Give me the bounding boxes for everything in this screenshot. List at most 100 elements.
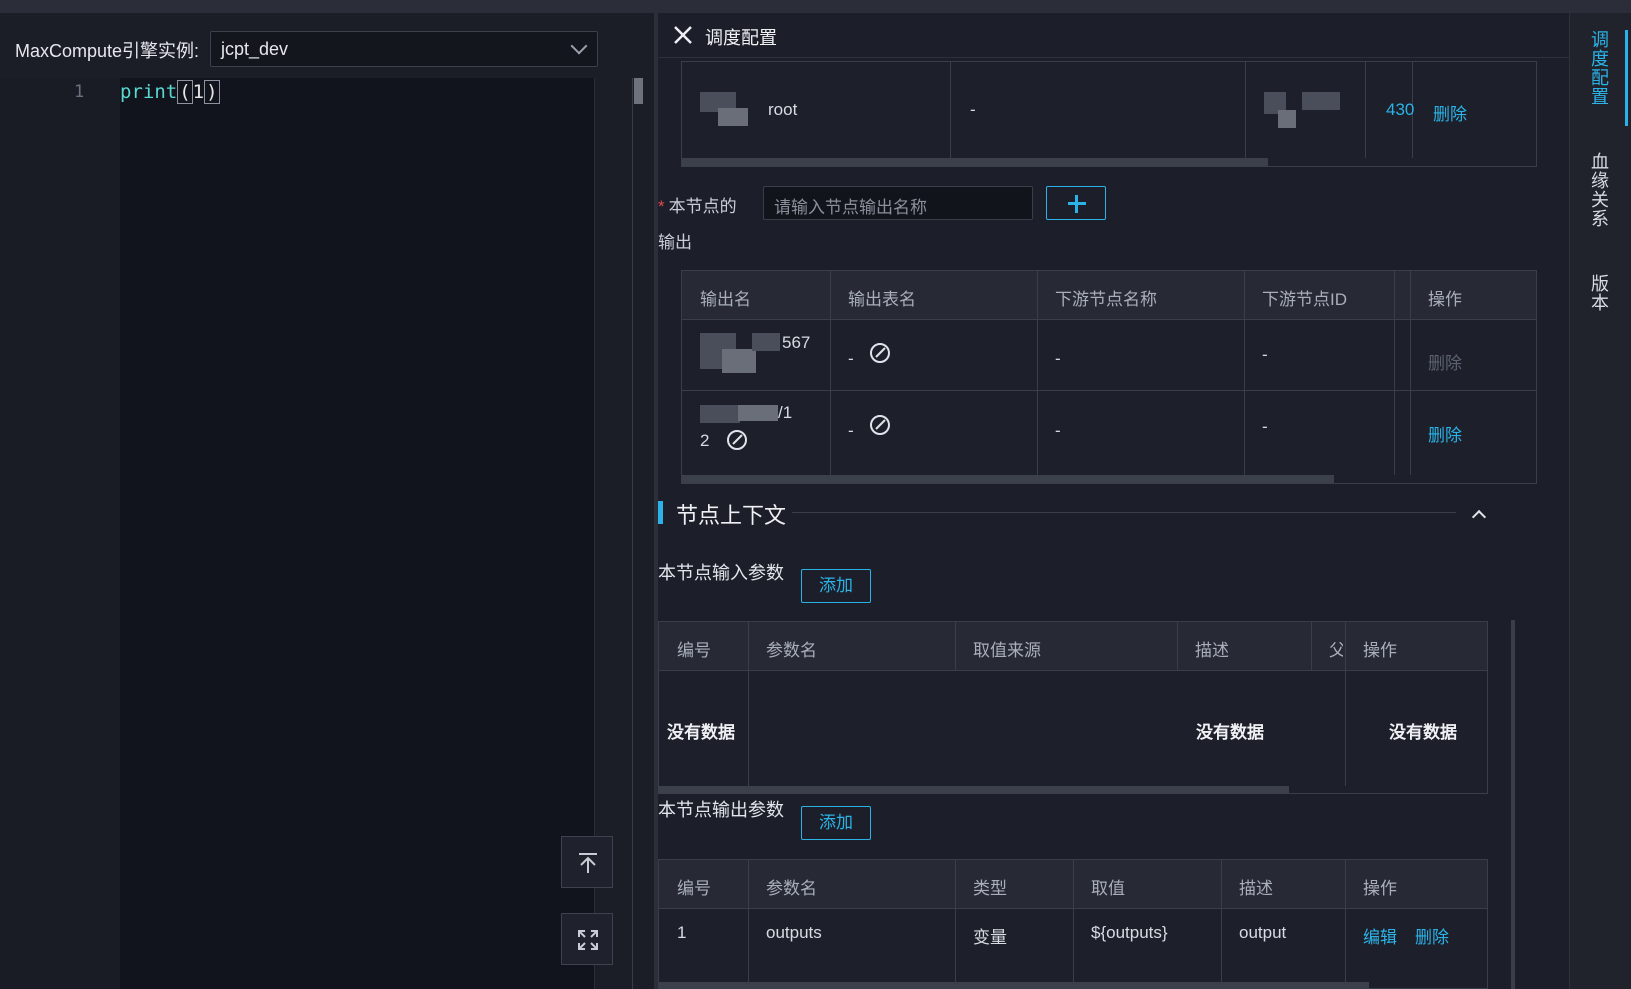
col-header-param-name: 参数名 [766, 641, 817, 660]
active-tab-indicator [1625, 30, 1628, 126]
editor-scroll-track [632, 78, 633, 989]
delete-link[interactable]: 删除 [1415, 923, 1449, 948]
upstream-cell: - [970, 100, 976, 119]
upstream-owner: root [768, 100, 798, 119]
downstream-name-cell: - [1055, 421, 1061, 440]
output-name-label-line2: 输出 [658, 233, 692, 252]
code-close-paren: ) [204, 80, 220, 104]
output-name-cell: /1 [778, 403, 793, 422]
col-header-value: 取值 [1091, 879, 1125, 898]
downstream-id-cell: - [1262, 417, 1268, 436]
col-header-action: 操作 [1363, 641, 1397, 660]
code-area[interactable]: 1 print(1) [0, 78, 594, 989]
upstream-delete-link[interactable]: 删除 [1433, 100, 1467, 125]
redacted-block [738, 405, 778, 421]
section-divider [792, 512, 1456, 513]
chevron-down-icon [570, 37, 588, 55]
edit-icon[interactable] [868, 341, 892, 365]
col-header-index: 编号 [677, 641, 711, 660]
redacted-block [752, 333, 780, 351]
code-argument: 1 [192, 81, 205, 103]
col-header-output-table: 输出表名 [848, 290, 916, 309]
edit-icon[interactable] [725, 428, 749, 452]
redacted-block [1302, 92, 1340, 110]
line-gutter: 1 [0, 78, 120, 989]
delete-link-disabled: 删除 [1428, 354, 1462, 373]
code-editor-pane: MaxCompute引擎实例: jcpt_dev 1 print(1) [0, 13, 654, 989]
panel-scrollbar[interactable] [1511, 620, 1515, 989]
section-title-node-context: 节点上下文 [676, 503, 787, 528]
output-name-cell-line2: 2 [700, 431, 710, 450]
fullscreen-icon [578, 930, 598, 950]
scroll-to-top-button[interactable] [561, 836, 613, 888]
add-output-button[interactable] [1046, 186, 1106, 220]
table-h-scrollbar[interactable] [659, 786, 1289, 794]
output-name-input[interactable]: 请输入节点输出名称 [763, 186, 1033, 220]
engine-instance-label: MaxCompute引擎实例: [15, 41, 200, 61]
top-strip [0, 0, 1631, 13]
edit-icon[interactable] [868, 413, 892, 437]
table-h-scrollbar[interactable] [682, 475, 1334, 483]
empty-state: 没有数据 [667, 723, 735, 742]
output-params-table: 编号 参数名 类型 取值 描述 操作 1 outputs 变量 ${output… [658, 859, 1488, 989]
line-number: 1 [74, 82, 85, 102]
edit-link[interactable]: 编辑 [1363, 923, 1397, 948]
output-name-label: * 本节点的 [658, 197, 737, 216]
code-line[interactable]: print(1) [120, 80, 220, 104]
table-h-scrollbar[interactable] [659, 982, 1369, 989]
required-mark: * [658, 197, 665, 216]
add-output-param-button[interactable]: 添加 [801, 806, 871, 840]
arrow-to-top-icon [579, 853, 597, 873]
downstream-name-cell: - [1055, 349, 1061, 368]
add-input-param-button[interactable]: 添加 [801, 569, 871, 603]
redacted-block [700, 405, 740, 423]
delete-link[interactable]: 删除 [1428, 421, 1462, 446]
output-table-cell: - [848, 349, 854, 368]
param-value-cell: ${outputs} [1091, 923, 1168, 942]
col-header-downstream-id: 下游节点ID [1262, 290, 1347, 309]
tab-lineage[interactable]: 血缘关系 [1589, 153, 1611, 229]
panel-title: 调度配置 [705, 28, 777, 48]
engine-instance-value: jcpt_dev [221, 39, 289, 59]
output-name-placeholder: 请输入节点输出名称 [774, 198, 927, 217]
col-header-value-source: 取值来源 [973, 641, 1041, 660]
downstream-id-cell: - [1262, 345, 1268, 364]
table-h-scrollbar[interactable] [682, 158, 1268, 166]
code-open-paren: ( [177, 80, 193, 104]
tab-version[interactable]: 版本 [1589, 275, 1611, 313]
redacted-block [722, 349, 756, 373]
empty-state: 没有数据 [1196, 723, 1264, 742]
schedule-config-panel: 调度配置 root - 430 删除 * 本节点的 输出 请输入节点输出名称 输出… [658, 13, 1569, 989]
code-function: print [120, 81, 178, 103]
redacted-block [1278, 110, 1296, 128]
col-header-index: 编号 [677, 879, 711, 898]
param-desc-cell: output [1239, 923, 1287, 942]
editor-scrollbar[interactable] [634, 78, 643, 104]
engine-instance-select[interactable]: jcpt_dev [210, 31, 598, 67]
col-header-action: 操作 [1428, 290, 1462, 309]
close-icon[interactable] [672, 24, 694, 46]
input-params-table: 编号 参数名 取值来源 描述 父 操作 没有数据 没有数据 没有数据 [658, 621, 1488, 794]
right-tab-rail: 调度配置 血缘关系 版本 [1569, 13, 1631, 989]
col-header-description: 描述 [1195, 641, 1229, 660]
upstream-table: root - 430 删除 [681, 61, 1537, 167]
output-params-title: 本节点输出参数 [658, 800, 784, 820]
chevron-up-icon[interactable] [1471, 509, 1487, 525]
section-accent-bar [658, 501, 663, 524]
col-header-action: 操作 [1363, 879, 1397, 898]
param-index-cell: 1 [677, 923, 687, 942]
col-header-output-name: 输出名 [700, 290, 751, 309]
col-header-description: 描述 [1239, 879, 1273, 898]
panel-header: 调度配置 [658, 13, 1569, 58]
upstream-id: 430 [1386, 100, 1415, 119]
col-header-downstream-name: 下游节点名称 [1055, 290, 1157, 309]
param-type-cell: 变量 [973, 928, 1007, 947]
redacted-block [718, 108, 748, 126]
tab-schedule-config[interactable]: 调度配置 [1589, 31, 1611, 107]
output-table-cell: - [848, 421, 854, 440]
empty-state: 没有数据 [1389, 723, 1457, 742]
output-name-cell: 567 [782, 333, 811, 352]
output-table: 输出名 输出表名 下游节点名称 下游节点ID 操作 567 - - - 删除 /… [681, 270, 1537, 484]
col-header-param-name: 参数名 [766, 879, 817, 898]
fullscreen-button[interactable] [561, 913, 613, 965]
